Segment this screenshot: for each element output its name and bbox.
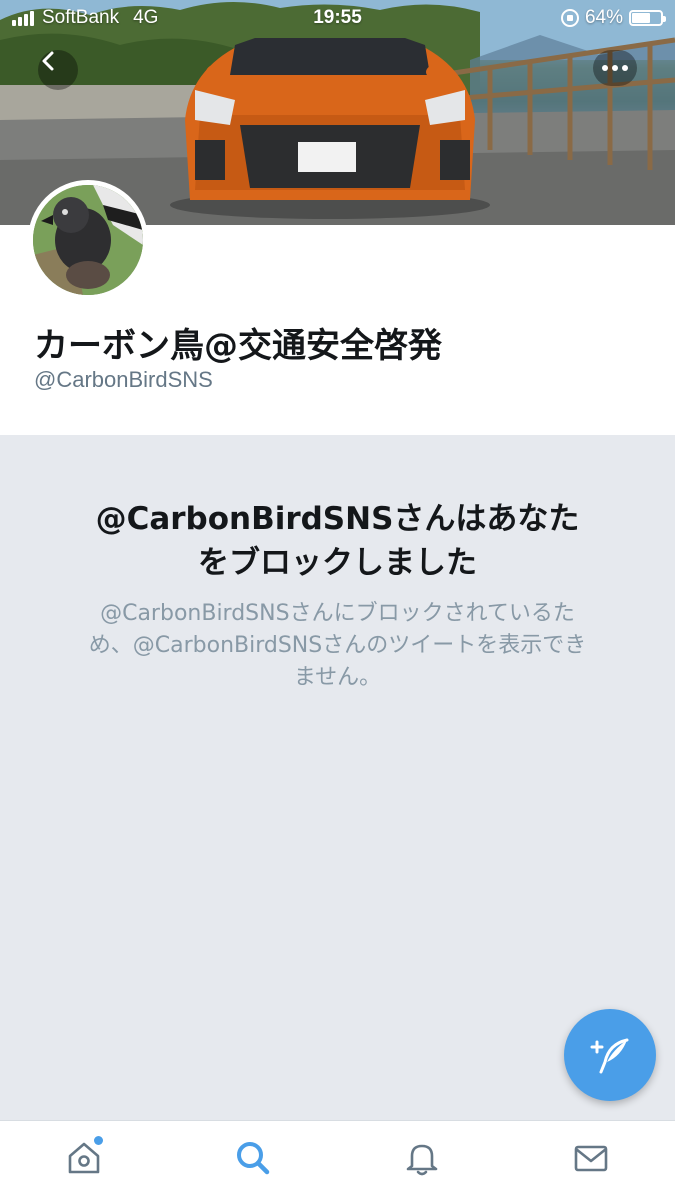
blocked-desc-line1: @CarbonBirdSNSさんにブロックされているた	[100, 601, 575, 626]
status-right: 64%	[560, 7, 666, 29]
bell-icon	[406, 1144, 438, 1175]
more-horizontal-icon	[602, 65, 608, 71]
home-notification-dot	[94, 1135, 104, 1145]
search-icon	[237, 1141, 270, 1174]
status-bar: SoftBank 4G 19:55 64%	[0, 0, 675, 36]
blocked-desc-line2: め、@CarbonBirdSNSさんのツイートを表示でき	[88, 633, 587, 658]
battery-level	[632, 13, 650, 23]
back-button[interactable]	[38, 50, 78, 90]
mail-icon	[574, 1145, 607, 1171]
display-name: カーボン鳥@交通安全啓発	[34, 326, 442, 366]
more-options-button[interactable]	[593, 50, 637, 86]
tab-notifications[interactable]	[382, 1128, 462, 1188]
tab-messages[interactable]	[551, 1128, 631, 1188]
avatar[interactable]	[28, 180, 148, 300]
blocked-title-line2: をブロックしました	[198, 545, 477, 581]
tab-home[interactable]	[44, 1128, 124, 1188]
compose-feather-icon	[590, 1038, 629, 1074]
battery-percent: 64%	[584, 7, 623, 28]
compose-tweet-button[interactable]	[564, 1009, 656, 1101]
blocked-description: @CarbonBirdSNSさんにブロックされているた め、@CarbonBir…	[55, 598, 620, 694]
blocked-notice: @CarbonBirdSNSさんはあなた をブロックしました @CarbonBi…	[0, 435, 675, 1120]
rotation-lock-icon	[560, 9, 579, 27]
avatar-image	[33, 185, 143, 295]
blocked-title-line1: @CarbonBirdSNSさんはあなた	[95, 501, 580, 537]
chevron-left-icon	[42, 51, 54, 71]
tab-bar	[0, 1120, 675, 1200]
tab-search[interactable]	[213, 1128, 293, 1188]
battery-icon	[629, 10, 666, 26]
user-handle: @CarbonBirdSNS	[34, 367, 213, 392]
more-dot	[622, 65, 628, 71]
more-dot	[612, 65, 618, 71]
blocked-desc-line3: ません。	[293, 665, 382, 690]
blocked-title: @CarbonBirdSNSさんはあなた をブロックしました	[50, 497, 625, 585]
